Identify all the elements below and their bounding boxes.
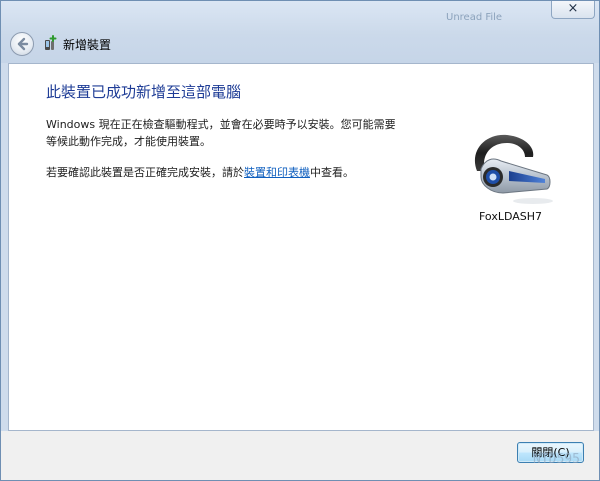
background-window-title: Unread File (426, 9, 546, 27)
wizard-title: 新增裝置 (63, 38, 112, 52)
back-button[interactable] (10, 32, 34, 56)
title-bar: Unread File × 新增裝置 (1, 1, 599, 63)
add-device-icon (45, 35, 57, 50)
back-arrow-icon (17, 37, 29, 51)
confirm-message: 若要確認此裝置是否正確完成安裝，請於裝置和印表機中查看。 (46, 164, 354, 180)
main-heading: 此裝置已成功新增至這部電腦 (46, 83, 242, 101)
ghost-title-text: Unread File (446, 12, 503, 23)
confirm-prefix: 若要確認此裝置是否正確完成安裝，請於 (46, 166, 244, 179)
content-panel: 此裝置已成功新增至這部電腦 Windows 現在正在檢查驅動程式，並會在必要時予… (8, 63, 594, 431)
window-close-button[interactable]: × (551, 1, 595, 19)
device-name: FoxLDASH7 (479, 210, 543, 223)
status-message: Windows 現在正在檢查驅動程式，並會在必要時予以安裝。您可能需要等候此動作… (46, 118, 396, 148)
confirm-suffix: 中查看。 (310, 166, 354, 179)
watermark: NTD595 (533, 452, 580, 467)
devices-and-printers-link[interactable]: 裝置和印表機 (244, 166, 310, 179)
wizard-window: Unread File × 新增裝置 此裝置已成功新增至這部電腦 Windows… (0, 0, 600, 481)
bluetooth-headset-icon (474, 134, 553, 204)
footer-bar (1, 431, 599, 480)
